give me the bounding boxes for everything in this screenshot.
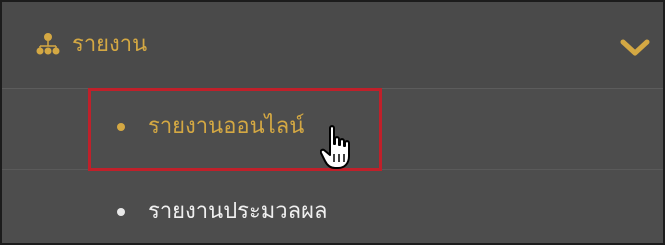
sitemap-icon <box>36 33 60 55</box>
menu-panel: รายงาน รายงานออนไลน์ รายงานประมวลผล <box>0 0 665 245</box>
hand-pointer-icon <box>320 125 350 169</box>
submenu-item-processing-report[interactable]: รายงานประมวลผล <box>2 169 663 242</box>
chevron-down-icon[interactable] <box>619 38 651 58</box>
submenu-item-label: รายงานออนไลน์ <box>148 114 305 139</box>
menu-section-reports[interactable]: รายงาน <box>2 2 663 89</box>
bullet-icon <box>117 208 125 216</box>
menu-section-label: รายงาน <box>72 32 148 57</box>
submenu-item-label: รายงานประมวลผล <box>148 199 328 224</box>
bullet-icon <box>117 123 125 131</box>
